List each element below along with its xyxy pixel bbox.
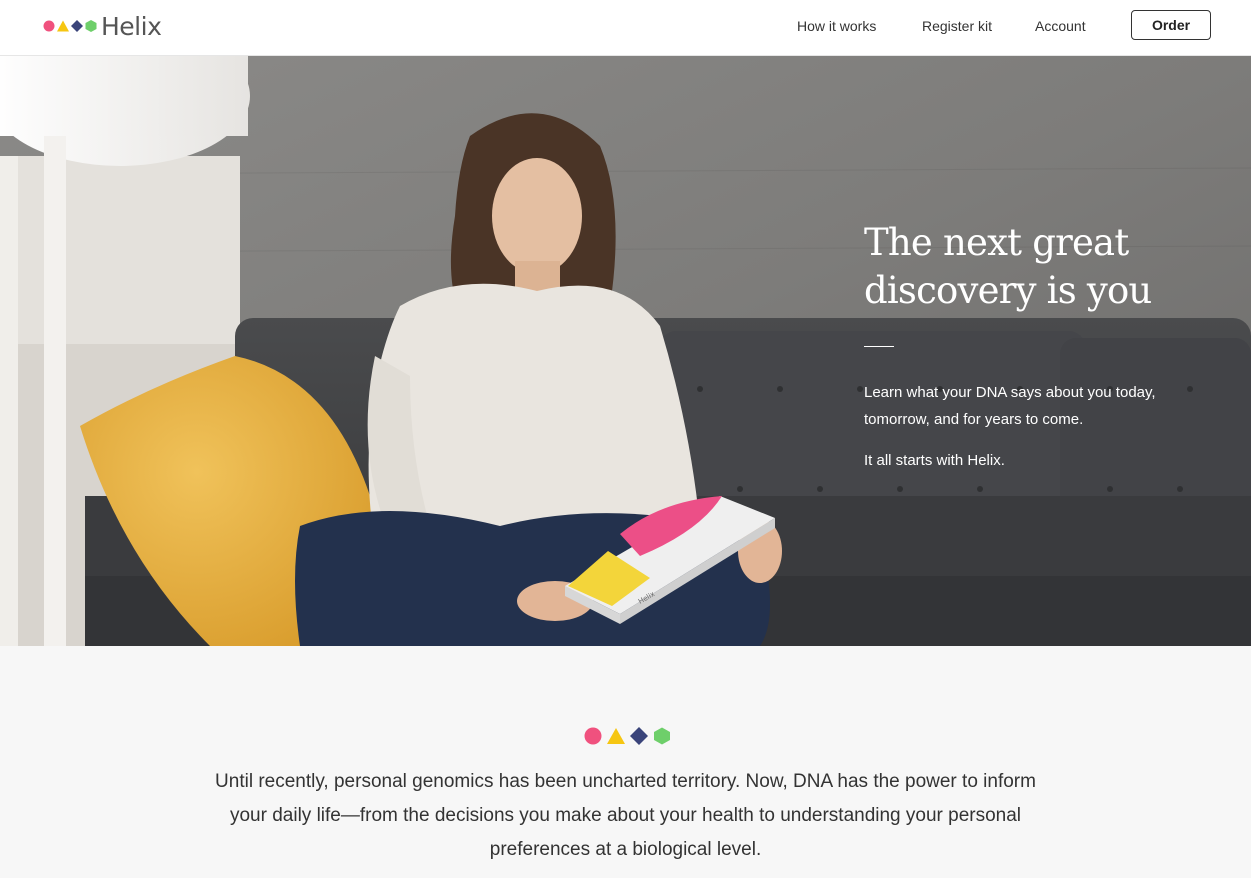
circle-shape-icon: [584, 727, 602, 745]
nav-how-it-works[interactable]: How it works: [797, 0, 876, 52]
triangle-shape-icon: [607, 728, 625, 744]
hero-description: Learn what your DNA says about you today…: [864, 384, 1156, 428]
helix-logo[interactable]: Helix: [43, 11, 162, 41]
site-header: Helix How it works Register kit Account …: [0, 0, 1251, 56]
logo-wordmark: Helix: [101, 11, 162, 41]
nav-register-kit-label[interactable]: Register kit: [922, 18, 992, 34]
nav-how-it-works-label[interactable]: How it works: [797, 18, 876, 34]
hero-title: The next great discovery is you: [864, 221, 1152, 312]
hexagon-shape-icon: [654, 727, 670, 745]
brand-shapes-icon: [584, 726, 672, 751]
hero-photo: Helix: [0, 56, 1251, 646]
logo-shapes-icon: [43, 20, 97, 32]
diamond-shape-icon: [630, 727, 648, 745]
nav-register-kit[interactable]: Register kit: [922, 0, 992, 52]
hero-tagline: It all starts with Helix.: [864, 452, 1005, 469]
nav-account-label[interactable]: Account: [1035, 18, 1086, 34]
intro-paragraph: Until recently, personal genomics has be…: [215, 771, 1036, 860]
hero-divider: [864, 346, 894, 347]
nav-account[interactable]: Account: [1035, 0, 1086, 52]
order-button[interactable]: Order: [1131, 10, 1211, 40]
hero-section: Helix The next great discovery is you Le…: [0, 56, 1251, 646]
